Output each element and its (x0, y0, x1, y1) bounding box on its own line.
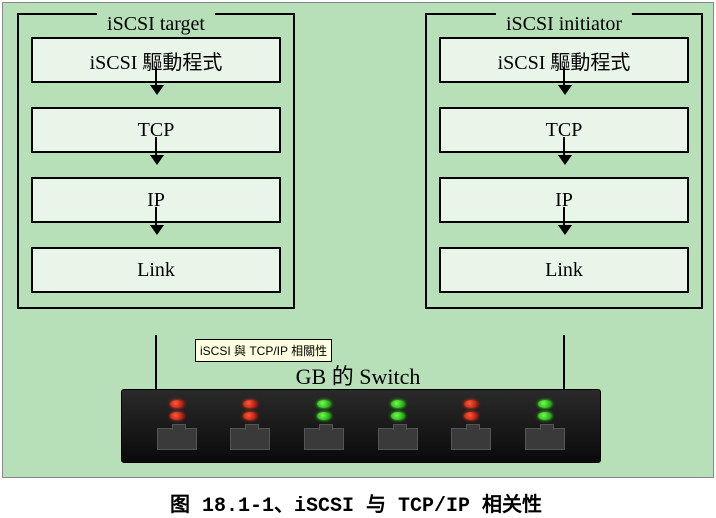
iscsi-initiator-stack: iSCSI initiator iSCSI 驅動程式 TCP IP Link (425, 13, 703, 309)
led-icon (538, 412, 552, 420)
led-icon (391, 412, 405, 420)
ethernet-port-icon (230, 428, 270, 450)
led-icon (317, 412, 331, 420)
stack-title-target: iSCSI target (97, 13, 215, 36)
led-icon (243, 412, 257, 420)
layer-link: Link (439, 247, 689, 293)
led-icon (538, 400, 552, 408)
ethernet-port-icon (378, 428, 418, 450)
switch-port-row (122, 422, 600, 450)
led-icon (464, 400, 478, 408)
iscsi-target-stack: iSCSI target iSCSI 驅動程式 TCP IP Link (17, 13, 295, 309)
led-icon (170, 400, 184, 408)
arrow-down-icon (557, 83, 571, 107)
led-icon (243, 400, 257, 408)
led-icon (317, 400, 331, 408)
switch-led-row (122, 390, 600, 422)
ethernet-port-icon (304, 428, 344, 450)
stack-title-initiator: iSCSI initiator (496, 13, 632, 36)
layer-link: Link (31, 247, 281, 293)
led-icon (391, 400, 405, 408)
tooltip: iSCSI 與 TCP/IP 相關性 (195, 339, 332, 362)
arrow-down-icon (149, 223, 163, 247)
arrow-down-icon (149, 83, 163, 107)
diagram-area: iSCSI target iSCSI 驅動程式 TCP IP Link iSCS… (2, 2, 714, 478)
switch-label: GB 的 Switch (3, 359, 713, 391)
led-icon (170, 412, 184, 420)
figure-caption: 图 18.1-1、iSCSI 与 TCP/IP 相关性 (0, 480, 712, 518)
arrow-down-icon (149, 153, 163, 177)
ethernet-port-icon (525, 428, 565, 450)
ethernet-port-icon (451, 428, 491, 450)
led-icon (464, 412, 478, 420)
arrow-down-icon (557, 223, 571, 247)
ethernet-port-icon (157, 428, 197, 450)
network-switch (121, 389, 601, 463)
arrow-down-icon (557, 153, 571, 177)
